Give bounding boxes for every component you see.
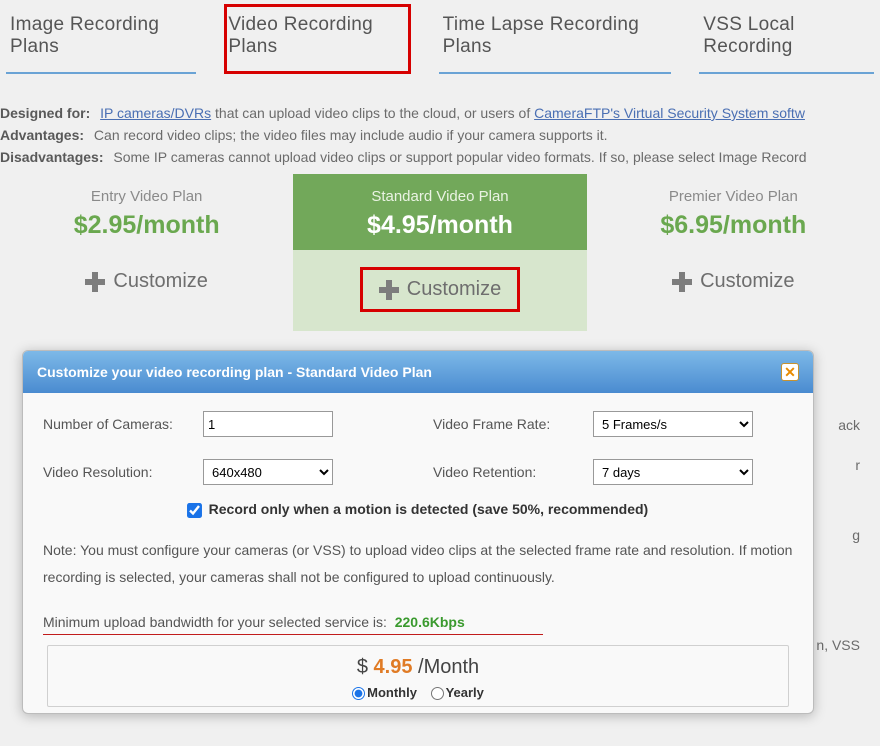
link-cameraftp-vss[interactable]: CameraFTP's Virtual Security System soft… bbox=[534, 105, 805, 121]
plan-description: Designed for: IP cameras/DVRs that can u… bbox=[0, 102, 880, 168]
retention-label: Video Retention: bbox=[433, 464, 593, 480]
frame-rate-select[interactable]: 5 Frames/s bbox=[593, 411, 753, 437]
billing-monthly-label: Monthly bbox=[367, 685, 417, 700]
billing-yearly-label: Yearly bbox=[446, 685, 484, 700]
tab-video-recording[interactable]: Video Recording Plans bbox=[224, 4, 410, 74]
advantages-label: Advantages: bbox=[0, 127, 84, 143]
plan-premier-name: Premier Video Plan bbox=[587, 188, 880, 205]
plan-entry: Entry Video Plan $2.95/month Customize bbox=[0, 174, 293, 331]
config-note: Note: You must configure your cameras (o… bbox=[43, 537, 793, 590]
customize-label: Customize bbox=[113, 270, 207, 293]
price-currency: $ bbox=[357, 656, 368, 678]
num-cameras-input[interactable] bbox=[203, 411, 333, 437]
plan-standard-price: $4.95/month bbox=[293, 211, 586, 240]
plan-premier-price: $6.95/month bbox=[587, 211, 880, 240]
plan-standard: Standard Video Plan $4.95/month Customiz… bbox=[293, 174, 586, 331]
plus-icon bbox=[85, 272, 105, 292]
customize-premier-button[interactable]: Customize bbox=[672, 270, 794, 293]
plan-cards: Entry Video Plan $2.95/month Customize S… bbox=[0, 174, 880, 331]
bandwidth-row: Minimum upload bandwidth for your select… bbox=[43, 614, 793, 630]
plan-standard-name: Standard Video Plan bbox=[293, 188, 586, 205]
modal-title-text: Customize your video recording plan - St… bbox=[37, 364, 432, 380]
billing-monthly-radio[interactable] bbox=[352, 687, 365, 700]
billing-yearly-radio[interactable] bbox=[431, 687, 444, 700]
bandwidth-value: 220.6Kbps bbox=[395, 614, 465, 630]
customize-entry-button[interactable]: Customize bbox=[85, 270, 207, 293]
customize-modal: Customize your video recording plan - St… bbox=[22, 350, 814, 714]
motion-detect-label: Record only when a motion is detected (s… bbox=[209, 501, 649, 517]
num-cameras-label: Number of Cameras: bbox=[43, 416, 203, 432]
plus-icon bbox=[672, 272, 692, 292]
disadvantages-label: Disadvantages: bbox=[0, 149, 103, 165]
price-amount: 4.95 bbox=[374, 656, 413, 678]
disadvantages-text: Some IP cameras cannot upload video clip… bbox=[113, 149, 806, 165]
modal-close-button[interactable]: ✕ bbox=[781, 363, 799, 381]
bandwidth-label: Minimum upload bandwidth for your select… bbox=[43, 614, 387, 630]
customize-label: Customize bbox=[407, 278, 501, 301]
plan-entry-price: $2.95/month bbox=[0, 211, 293, 240]
close-icon: ✕ bbox=[784, 364, 796, 381]
plan-tabs: Image Recording Plans Video Recording Pl… bbox=[0, 4, 880, 74]
price-box: $ 4.95 /Month Monthly Yearly bbox=[47, 645, 789, 707]
bandwidth-underline bbox=[43, 634, 543, 635]
designed-for-text: that can upload video clips to the cloud… bbox=[211, 105, 534, 121]
resolution-select[interactable]: 640x480 bbox=[203, 459, 333, 485]
tab-vss-local-recording[interactable]: VSS Local Recording bbox=[699, 4, 874, 74]
link-ip-cameras[interactable]: IP cameras/DVRs bbox=[100, 105, 211, 121]
tab-timelapse-recording[interactable]: Time Lapse Recording Plans bbox=[439, 4, 672, 74]
plan-entry-name: Entry Video Plan bbox=[0, 188, 293, 205]
resolution-label: Video Resolution: bbox=[43, 464, 203, 480]
retention-select[interactable]: 7 days bbox=[593, 459, 753, 485]
tab-image-recording[interactable]: Image Recording Plans bbox=[6, 4, 196, 74]
advantages-text: Can record video clips; the video files … bbox=[94, 127, 608, 143]
modal-titlebar: Customize your video recording plan - St… bbox=[23, 351, 813, 393]
customize-label: Customize bbox=[700, 270, 794, 293]
customize-standard-button[interactable]: Customize bbox=[363, 270, 517, 309]
frame-rate-label: Video Frame Rate: bbox=[433, 416, 593, 432]
price-period: /Month bbox=[418, 656, 479, 678]
plus-icon bbox=[379, 280, 399, 300]
plan-premier: Premier Video Plan $6.95/month Customize bbox=[587, 174, 880, 331]
designed-for-label: Designed for: bbox=[0, 105, 90, 121]
motion-detect-checkbox[interactable] bbox=[187, 503, 202, 518]
